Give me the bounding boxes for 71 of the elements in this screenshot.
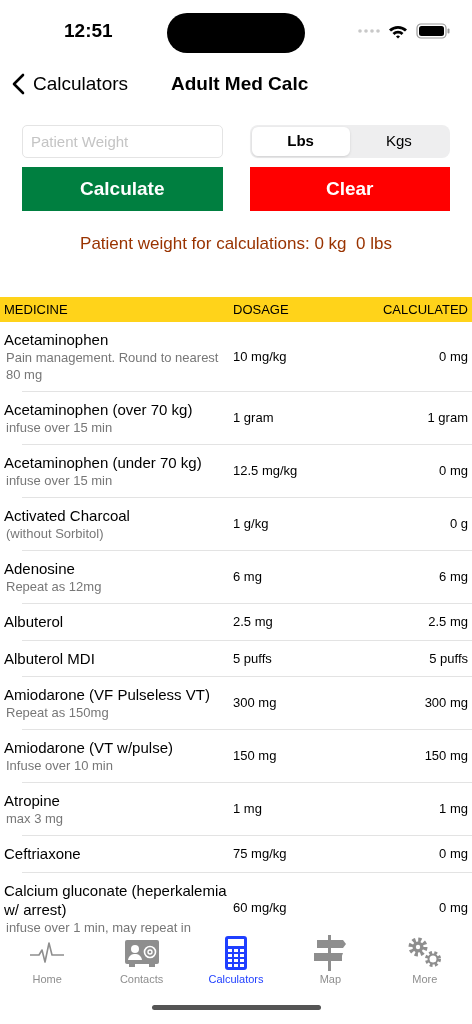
medicine-note: max 3 mg — [5, 810, 65, 827]
tab-bar-item[interactable]: Map — [283, 934, 378, 990]
signpost-icon — [313, 935, 348, 971]
medicine-name: Albuterol MDI — [4, 648, 96, 668]
calculated-cell-text: 0 mg — [439, 462, 468, 481]
column-header: CALCULATED — [383, 300, 468, 319]
dosage-cell-text: 1 g/kg — [233, 515, 270, 534]
tab-bar-item[interactable]: Home — [0, 934, 95, 990]
screen-title: Adult Med Calc — [171, 71, 309, 96]
medicine-name: Activated Charcoal — [4, 506, 131, 525]
dosage-cell-text: 5 puffs — [233, 649, 273, 668]
medicine-name: Amiodarone (VF Pulseless VT) — [4, 685, 211, 704]
medicine-note: Repeat as 12mg — [5, 578, 103, 595]
dosage-cell-text: 6 mg — [233, 568, 263, 587]
dosage-cell-text: 1 mg — [233, 800, 263, 819]
dosage-cell-text: 300 mg — [233, 694, 278, 713]
calculated-cell-text: 0 g — [449, 515, 468, 534]
medicine-name: Acetaminophen (under 70 kg) — [4, 453, 203, 472]
column-header: DOSAGE — [233, 300, 290, 319]
tab-bar-item[interactable]: More — [377, 934, 472, 990]
calculated-cell-text: 150 mg — [424, 747, 468, 766]
unit-segment[interactable]: Lbs — [251, 127, 350, 156]
calculated-cell-text: 5 puffs — [429, 649, 468, 668]
calculated-cell-text: 0 mg — [439, 845, 468, 863]
wifi-icon — [388, 23, 408, 39]
medicine-note: Repeat as 150mg — [5, 704, 110, 721]
medicine-note: infuse over 1 min, may repeat in — [5, 918, 192, 934]
heartbeat-icon — [29, 942, 66, 964]
medicine-name: Calcium gluconate (heperkalemia w/ arrest) — [4, 880, 228, 919]
signal-icon — [358, 29, 380, 33]
calculate-button[interactable]: Calculate — [22, 167, 223, 211]
medicine-note: Pain management. Round to nearest 80 mg — [5, 349, 220, 383]
chevron-left-icon — [12, 73, 25, 95]
medicine-name: Amiodarone (VT w/pulse) — [4, 738, 174, 757]
dosage-cell-text: 60 mg/kg — [233, 899, 288, 918]
calculated-cell-text: 2.5 mg — [428, 613, 468, 631]
calculated-cell-text: 6 mg — [439, 568, 468, 587]
medicine-name: Ceftriaxone — [4, 844, 82, 864]
calculated-cell-text: 300 mg — [424, 694, 468, 713]
column-header: MEDICINE — [4, 300, 69, 319]
tab-bar-item[interactable]: Contacts — [94, 934, 189, 990]
calculated-cell-text: 1 gram — [427, 409, 468, 428]
dosage-cell-text: 2.5 mg — [233, 613, 274, 631]
status-time: 12:51 — [64, 18, 113, 43]
dosage-cell-text: 75 mg/kg — [233, 845, 288, 863]
medicine-note: Infuse over 10 min — [5, 757, 114, 774]
contact-card-icon — [123, 938, 160, 968]
weight-field[interactable]: Patient Weight — [22, 125, 223, 158]
medicine-name: Acetaminophen (over 70 kg) — [4, 400, 194, 419]
battery-icon — [416, 23, 450, 39]
tab-bar-item[interactable]: Calculators — [188, 934, 284, 990]
medicine-name: Albuterol — [4, 612, 65, 632]
dosage-cell-text: 10 mg/kg — [233, 347, 288, 366]
calculated-cell-text: 0 mg — [439, 899, 468, 918]
medicine-name: Adenosine — [4, 559, 76, 578]
dosage-cell-text: 1 gram — [233, 409, 275, 428]
weight-summary: Patient weight for calculations: 0 kg 0 lbs — [80, 233, 392, 255]
unit-segment[interactable]: Kgs — [349, 127, 448, 156]
dosage-cell-text: 150 mg — [233, 747, 278, 766]
calculated-cell-text: 0 mg — [439, 347, 468, 366]
back-button[interactable]: Calculators — [12, 69, 129, 99]
calculator-icon — [224, 935, 248, 971]
medicine-note: infuse over 15 min — [5, 472, 114, 489]
medicine-name: Atropine — [4, 791, 61, 810]
gears-icon — [406, 937, 443, 969]
clear-button[interactable]: Clear — [249, 167, 450, 211]
medicine-note: infuse over 15 min — [5, 419, 114, 436]
dosage-cell-text: 12.5 mg/kg — [233, 462, 299, 481]
calculated-cell-text: 1 mg — [439, 800, 468, 819]
medicine-name: Acetaminophen — [4, 330, 110, 349]
medicine-note: (without Sorbitol) — [5, 525, 105, 542]
